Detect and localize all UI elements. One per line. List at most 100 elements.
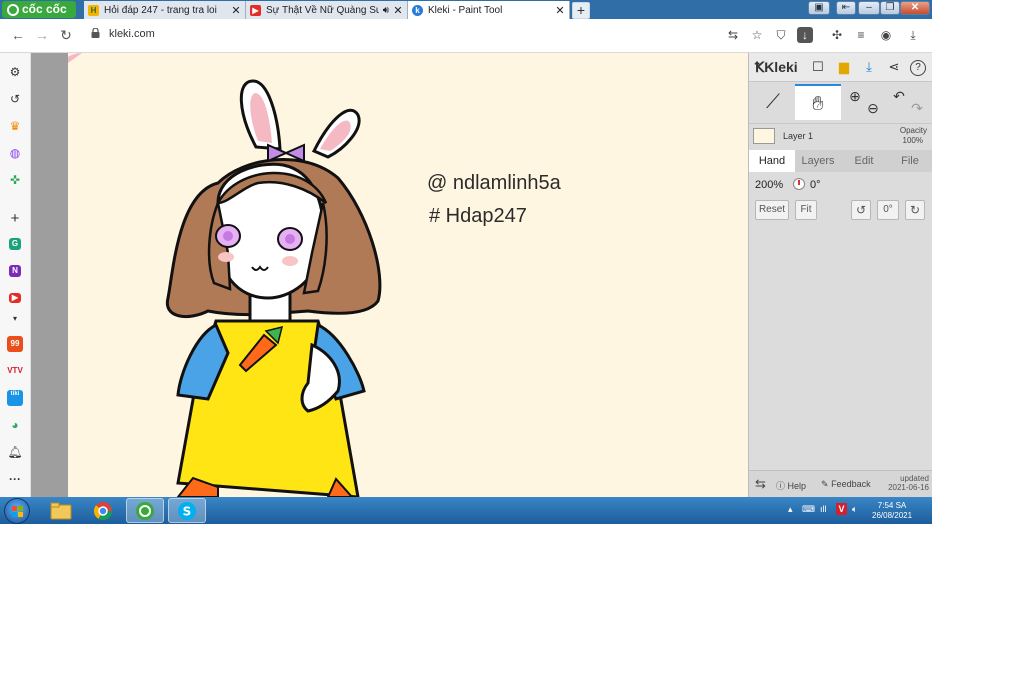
help-circle-icon: ⓘ	[776, 481, 786, 491]
game-controller-icon[interactable]: ✜	[7, 172, 23, 188]
coccoc-menu-button[interactable]: cốc cốc	[2, 1, 76, 18]
taskbar-coccoc[interactable]	[126, 498, 164, 523]
bell-icon[interactable]: 🔔︎	[7, 444, 23, 460]
volume-icon[interactable]: 🔈︎	[852, 504, 857, 515]
back-arrow-icon[interactable]: ←	[9, 26, 27, 44]
tab-hand[interactable]: Hand	[749, 150, 795, 172]
close-icon[interactable]: ✕	[231, 4, 241, 17]
extensions-icon[interactable]: ✣	[828, 26, 846, 44]
crown-icon[interactable]: ♛	[7, 118, 23, 134]
drawing-canvas[interactable]: @ ndlamlinh5a # Hdap247	[68, 53, 748, 497]
zoom-out-icon[interactable]: ⊖	[863, 84, 883, 120]
network-device-icon[interactable]: ⌨	[802, 504, 815, 515]
tiki-icon[interactable]: tiki	[7, 390, 23, 406]
kleki-footer: ⇆ ⓘ Help ✎ Feedback updated 2021-06-16	[749, 470, 932, 498]
start-button[interactable]	[4, 498, 30, 524]
feedback-icon: ✎	[821, 479, 829, 489]
feedback-link[interactable]: ✎ Feedback	[821, 479, 871, 490]
lock-icon[interactable]	[91, 28, 100, 38]
more-icon[interactable]: ···	[7, 471, 23, 487]
help-icon[interactable]: ?	[910, 60, 926, 76]
rotation-reset-button[interactable]: 0°	[877, 200, 899, 220]
bunny-girl-drawing	[68, 53, 382, 497]
download-page-icon[interactable]: ↓	[797, 27, 813, 43]
history-icon[interactable]: ↺	[7, 91, 23, 107]
taskbar-skype[interactable]: S	[168, 498, 206, 523]
app-99-icon[interactable]: 99	[7, 336, 23, 352]
canvas-text-handle: @ ndlamlinh5a	[427, 172, 561, 194]
layer-preview[interactable]: Layer 1 Opacity 100%	[749, 123, 932, 150]
rotate-left-icon[interactable]: ↺	[851, 200, 871, 220]
add-app-icon[interactable]: +	[7, 211, 23, 227]
minimize-button[interactable]: –	[858, 1, 880, 15]
folder-icon	[50, 502, 72, 519]
clock[interactable]: 7:54 SA 26/08/2021	[872, 501, 912, 521]
taskbar-chrome[interactable]	[84, 498, 122, 523]
translate-icon[interactable]: ⇆	[724, 26, 742, 44]
profile-icon[interactable]: ◉	[877, 26, 895, 44]
brush-tool-icon[interactable]: ⟋	[753, 84, 793, 120]
url-field[interactable]: kleki.com	[109, 28, 155, 40]
open-folder-icon[interactable]: ▆	[835, 58, 853, 76]
windows-logo-icon	[12, 506, 17, 511]
skype-icon: S	[178, 501, 196, 520]
close-icon[interactable]: ✕	[555, 4, 565, 17]
chrome-icon	[93, 501, 112, 520]
help-link[interactable]: ⓘ Help	[776, 479, 806, 492]
kleki-top-bar: ꝀKleki ☐ ▆ ⤓ ⋖ ?	[749, 53, 932, 82]
speaker-icon[interactable]: 🔊︎	[383, 5, 389, 16]
rotation-value: 0°	[810, 179, 821, 191]
taskbar-explorer[interactable]	[42, 498, 80, 523]
save-download-icon[interactable]: ⤓	[860, 58, 878, 76]
onenote-icon[interactable]: N	[9, 265, 21, 277]
forward-arrow-icon[interactable]: →	[33, 26, 51, 44]
bookmark-star-icon[interactable]: ☆	[748, 26, 766, 44]
tray-expand-icon[interactable]: ▴	[788, 504, 793, 515]
tab-youtube[interactable]: ▶ Sự Thật Về Nữ Quàng Su 🔊︎ ✕	[246, 1, 408, 19]
signal-icon[interactable]: ıll	[820, 504, 827, 514]
downloads-icon[interactable]: ⤓	[904, 26, 922, 44]
kleki-panel: ꝀKleki ☐ ▆ ⤓ ⋖ ? ⟋ ✋︎ ⊕ ⊖ ↶ ↷ Layer 1 Op…	[748, 53, 932, 498]
fit-button[interactable]: Fit	[795, 200, 817, 220]
hand-tool-icon[interactable]: ✋︎	[795, 84, 841, 120]
kleki-logo-text: Kleki	[764, 59, 798, 75]
tab-edit[interactable]: Edit	[841, 150, 887, 172]
globe-icon[interactable]: ◕	[7, 417, 23, 433]
chevron-down-icon[interactable]: ▾	[7, 311, 23, 327]
tray-v-icon[interactable]: V	[836, 503, 847, 515]
reload-icon[interactable]: ↻	[57, 26, 75, 44]
reset-button[interactable]: Reset	[755, 200, 789, 220]
new-tab-button[interactable]: +	[572, 2, 590, 19]
zoom-in-icon[interactable]: ⊕	[845, 84, 865, 120]
help-label: Help	[787, 481, 807, 491]
tab-kleki[interactable]: k Kleki - Paint Tool ✕	[408, 1, 570, 19]
vtv-icon[interactable]: VTV	[7, 363, 23, 379]
reading-mode-icon[interactable]: ≡	[852, 26, 870, 44]
youtube-icon: ▶	[250, 4, 261, 16]
redo-icon[interactable]: ↷	[907, 84, 927, 120]
undo-icon[interactable]: ↶	[889, 84, 909, 120]
back-window-icon[interactable]: ⇤	[836, 1, 856, 15]
settings-gear-icon[interactable]: ⚙	[7, 64, 23, 80]
layer-thumbnail[interactable]	[753, 128, 775, 144]
canvas-text-hashtag: # Hdap247	[429, 205, 527, 227]
close-window-button[interactable]: ✕	[900, 1, 930, 15]
tab-hoidap[interactable]: H Hỏi đáp 247 - trang tra loi ✕	[84, 1, 246, 19]
rotate-right-icon[interactable]: ↻	[905, 200, 925, 220]
share-icon[interactable]: ⋖	[885, 58, 903, 76]
tab-layers[interactable]: Layers	[795, 150, 841, 172]
swap-sides-icon[interactable]: ⇆	[755, 476, 766, 492]
tab-file[interactable]: File	[887, 150, 932, 172]
new-image-icon[interactable]: ☐	[809, 58, 827, 76]
kleki-logo[interactable]: ꝀKleki	[755, 59, 798, 76]
youtube-icon[interactable]: ▶	[9, 293, 21, 303]
app-g-icon[interactable]: G	[9, 238, 21, 250]
restore-button[interactable]: ❐	[880, 1, 900, 15]
kleki-icon: k	[412, 4, 423, 16]
messenger-icon[interactable]: ◍	[7, 145, 23, 161]
close-icon[interactable]: ✕	[393, 4, 403, 17]
screenshot-icon[interactable]: ▣	[808, 1, 830, 15]
kleki-canvas-area[interactable]: @ ndlamlinh5a # Hdap247	[31, 53, 748, 497]
coccoc-icon	[136, 501, 154, 520]
shield-icon[interactable]: ⛉	[772, 26, 790, 44]
